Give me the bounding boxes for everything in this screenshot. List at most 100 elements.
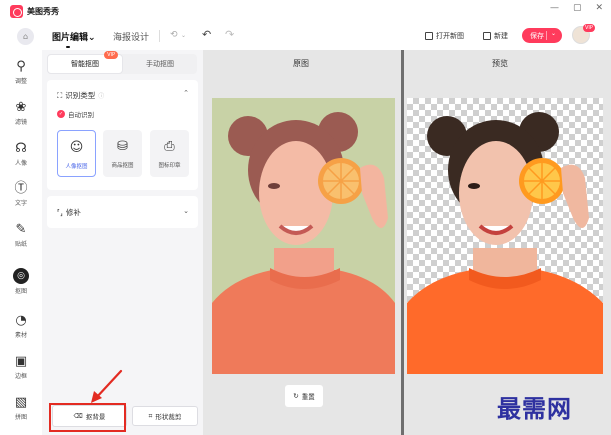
recognize-type-title: 识别类型 — [65, 91, 96, 100]
cutout-icon: ◎ — [13, 268, 29, 284]
undo-icon[interactable]: ↶ — [202, 28, 211, 41]
option-product-cutout[interactable]: ⛁ 商品抠图 — [103, 130, 142, 177]
auto-recognize-label: 自动识别 — [68, 111, 94, 119]
save-divider — [546, 31, 547, 40]
rail-item-label: 调整 — [14, 78, 27, 85]
save-button[interactable]: 保存 ⌄ — [522, 28, 562, 43]
rail-item-label: 拼图 — [14, 414, 27, 421]
toolbar-divider — [159, 30, 160, 42]
minimize-icon[interactable]: — — [550, 3, 559, 13]
tab-manual-cutout[interactable]: 手动抠图 — [123, 54, 197, 74]
crop-icon: ⌗ — [148, 411, 153, 420]
annotation-arrow — [91, 369, 123, 403]
person-icon: ☺ — [69, 140, 84, 155]
maximize-icon[interactable]: ▢ — [573, 3, 582, 13]
collage-icon: ▧ — [14, 395, 28, 410]
info-icon[interactable]: ⓘ — [98, 91, 104, 100]
refine-title: 修补 — [65, 208, 81, 217]
shape-crop-label: 形状裁剪 — [155, 413, 182, 421]
compare-divider[interactable] — [401, 50, 404, 435]
watermark: 最需网 — [497, 394, 572, 423]
product-icon: ⛁ — [117, 139, 128, 154]
rail-item-2[interactable]: ☊ 人像 — [0, 141, 42, 179]
rail-item-3[interactable]: Ⓣ 文字 — [0, 181, 42, 219]
bracket-icon: ⸢⸥ — [57, 208, 63, 217]
rail-item-label: 滤镜 — [14, 119, 27, 126]
frame-icon: ▣ — [14, 354, 28, 369]
option-stamp-cutout[interactable]: ⎙ 图标印章 — [150, 130, 189, 177]
refine-header: ⸢⸥ 修补 — [57, 207, 81, 218]
option-portrait-cutout[interactable]: ☺ 人像抠图 — [57, 130, 96, 177]
preview-photo[interactable] — [407, 98, 603, 374]
tab-smart-cutout-label: 智能抠图 — [71, 60, 99, 68]
new-button[interactable]: 新建 — [483, 31, 508, 41]
rail-item-5[interactable]: ◎ 抠图 — [0, 268, 42, 306]
rail-item-8[interactable]: ▧ 拼图 — [0, 395, 42, 433]
rail-item-label: 边框 — [14, 373, 27, 380]
rail-item-label: 人像 — [14, 160, 27, 167]
preview-title: 预览 — [492, 59, 508, 68]
sliders-icon: ⚲ — [16, 59, 26, 74]
check-icon: ✓ — [57, 110, 65, 118]
history-chevron-icon[interactable]: ⌄ — [181, 32, 186, 39]
original-photo[interactable] — [212, 98, 395, 374]
canvas-area: 原图 预览 ↻ 重置 — [203, 50, 611, 435]
recognize-type-card: ⛶ 识别类型 ⓘ ⌃ ✓ 自动识别 ☺ 人像抠图 ⛁ 商品抠图 ⎙ 图标印章 — [47, 80, 198, 190]
material-icon: ◔ — [15, 313, 27, 328]
expand-chevron-icon[interactable]: ⌄ — [183, 207, 189, 215]
new-file-icon — [483, 32, 491, 40]
option-label: 图标印章 — [158, 163, 181, 169]
close-icon[interactable]: ✕ — [595, 3, 603, 13]
rail-item-label: 文字 — [14, 200, 27, 207]
tab-smart-cutout[interactable]: 智能抠图 VIP — [47, 51, 123, 74]
recognize-type-header[interactable]: ⛶ 识别类型 ⓘ — [57, 90, 104, 101]
tab-image-edit-label: 图片编辑 — [52, 32, 89, 43]
auto-recognize-row[interactable]: ✓ 自动识别 — [57, 109, 94, 119]
option-label: 人像抠图 — [65, 164, 88, 170]
rail-item-1[interactable]: ❀ 滤镜 — [0, 100, 42, 138]
window-controls: — ▢ ✕ — [550, 3, 603, 13]
rail-item-0[interactable]: ⚲ 调整 — [0, 59, 42, 97]
vip-badge: VIP — [583, 24, 595, 32]
original-title: 原图 — [293, 59, 309, 68]
chevron-down-icon: ⌄ — [88, 32, 96, 43]
smart-vip-badge: VIP — [104, 51, 118, 59]
filter-icon: ❀ — [15, 100, 27, 115]
rail-item-label: 素材 — [14, 332, 27, 339]
rail-item-label: 贴纸 — [14, 241, 27, 248]
refine-card[interactable]: ⸢⸥ 修补 ⌄ — [47, 196, 198, 228]
save-chevron-icon[interactable]: ⌄ — [551, 30, 556, 37]
open-image-label: 打开新图 — [436, 32, 464, 40]
home-icon: ⌂ — [22, 31, 29, 41]
reset-icon: ↻ — [293, 392, 299, 400]
app-name: 美图秀秀 — [27, 6, 59, 16]
text-icon: Ⓣ — [14, 181, 28, 196]
scan-icon: ⛶ — [57, 90, 63, 100]
collapse-chevron-icon[interactable]: ⌃ — [183, 89, 189, 97]
stamp-icon: ⎙ — [164, 139, 175, 154]
reset-button[interactable]: ↻ 重置 — [285, 385, 323, 407]
cutout-mode-tabs: 智能抠图 VIP 手动抠图 — [47, 51, 197, 74]
highlight-box — [49, 403, 126, 432]
tab-image-edit[interactable]: 图片编辑⌄ — [52, 30, 96, 48]
shape-crop-button[interactable]: ⌗ 形状裁剪 — [132, 406, 198, 426]
tab-poster-design[interactable]: 海报设计 — [113, 30, 149, 43]
rail-item-6[interactable]: ◔ 素材 — [0, 313, 42, 351]
reset-label: 重置 — [301, 393, 315, 401]
home-button[interactable]: ⌂ — [17, 27, 34, 45]
rail-item-7[interactable]: ▣ 边框 — [0, 354, 42, 392]
redo-icon[interactable]: ↷ — [225, 28, 234, 41]
rail-item-4[interactable]: ✎ 贴纸 — [0, 222, 42, 260]
save-label: 保存 — [530, 31, 544, 40]
rail-item-label: 抠图 — [14, 288, 27, 295]
history-icon[interactable]: ⟲ — [170, 30, 178, 40]
open-image-button[interactable]: 打开新图 — [425, 31, 464, 41]
new-label: 新建 — [494, 32, 508, 40]
app-logo-icon — [10, 4, 23, 18]
tool-rail: ⚲ 调整 ❀ 滤镜 ☊ 人像 Ⓣ 文字 ✎ 贴纸 ◎ 抠图 ◔ 素材 ▣ 边框 ▧ 拼图 — [0, 50, 42, 435]
option-label: 商品抠图 — [111, 163, 134, 169]
portrait-icon: ☊ — [15, 141, 27, 156]
brush-icon: ✎ — [15, 222, 27, 237]
top-toolbar: ⌂ 图片编辑⌄ 海报设计 ⟲ ⌄ ↶ ↷ 打开新图 新建 保存 ⌄ VIP — [0, 22, 611, 50]
open-image-icon — [425, 32, 433, 40]
